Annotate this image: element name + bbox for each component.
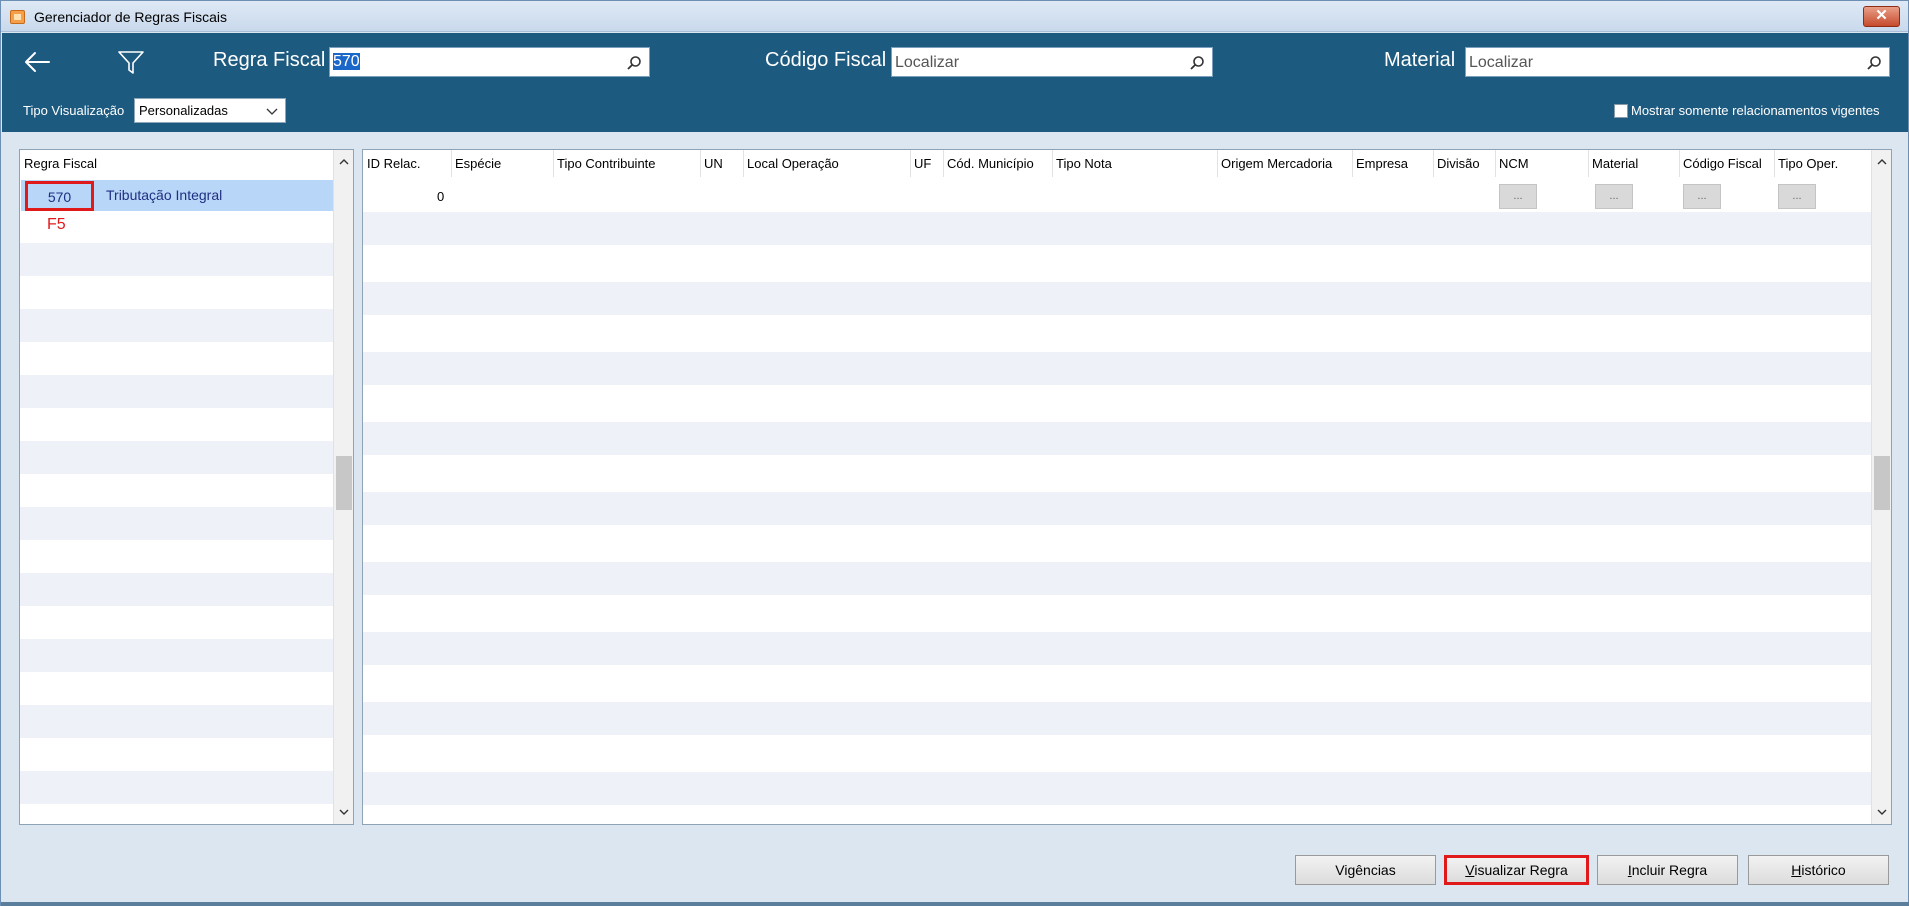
left-scrollbar[interactable]	[333, 150, 353, 824]
material-label: Material	[1384, 49, 1456, 71]
material-input[interactable]	[1469, 52, 1858, 73]
col-local-operacao[interactable]: Local Operação	[743, 150, 839, 177]
regra-fiscal-input[interactable]: 570	[333, 53, 360, 70]
regra-fiscal-label: Regra Fiscal	[213, 49, 326, 71]
search-icon[interactable]	[1188, 54, 1206, 72]
close-button[interactable]: ✕	[1863, 6, 1900, 27]
codigo-fiscal-search[interactable]	[891, 47, 1213, 77]
relacionamentos-grid: ID Relac. Espécie Tipo Contribuinte UN L…	[362, 149, 1892, 825]
search-icon[interactable]	[1865, 54, 1883, 72]
search-icon[interactable]	[625, 54, 643, 72]
window-bottom-border	[1, 902, 1909, 906]
col-origem-mercadoria[interactable]: Origem Mercadoria	[1217, 150, 1332, 177]
table-row[interactable]	[363, 177, 1871, 210]
col-cod-municipio[interactable]: Cód. Município	[943, 150, 1034, 177]
scroll-thumb[interactable]	[1874, 456, 1890, 510]
col-id-relac[interactable]: ID Relac.	[363, 150, 420, 177]
col-tipo-contribuinte[interactable]: Tipo Contribuinte	[553, 150, 656, 177]
tipo-visualizacao-select[interactable]: Personalizadas	[134, 98, 286, 123]
regra-description-cell[interactable]: Tributação Integral	[106, 187, 222, 203]
regra-code-cell[interactable]: 570	[25, 181, 94, 211]
visualizar-regra-accesskey: V	[1465, 862, 1475, 878]
regra-fiscal-header: Regra Fiscal	[24, 156, 97, 171]
vigentes-label: Mostrar somente relacionamentos vigentes	[1631, 103, 1880, 118]
col-uf[interactable]: UF	[910, 150, 931, 177]
chevron-down-icon	[266, 108, 278, 115]
app-icon	[10, 10, 25, 24]
vigentes-checkbox[interactable]	[1614, 104, 1628, 118]
scroll-up-icon[interactable]	[338, 156, 350, 168]
incluir-regra-button[interactable]: Incluir Regra	[1597, 855, 1738, 885]
scroll-up-icon[interactable]	[1876, 156, 1888, 168]
codigo-fiscal-label: Código Fiscal	[765, 49, 887, 71]
tipo-oper-ellipsis-button[interactable]: ...	[1778, 184, 1816, 209]
right-scrollbar[interactable]	[1871, 150, 1891, 824]
col-especie[interactable]: Espécie	[451, 150, 501, 177]
scroll-down-icon[interactable]	[1876, 806, 1888, 818]
vigencias-button[interactable]: Vigências	[1295, 855, 1436, 885]
codigo-fiscal-ellipsis-button[interactable]: ...	[1683, 184, 1721, 209]
col-un[interactable]: UN	[700, 150, 723, 177]
ncm-ellipsis-button[interactable]: ...	[1499, 184, 1537, 209]
back-arrow-icon[interactable]	[22, 47, 52, 77]
regra-fiscal-list: Regra Fiscal 570 Tributação Integral F5	[19, 149, 354, 825]
header-toolbar: Regra Fiscal 570 Código Fiscal Material	[2, 33, 1908, 132]
tipo-visualizacao-value: Personalizadas	[139, 103, 228, 118]
col-empresa[interactable]: Empresa	[1352, 150, 1408, 177]
filter-icon[interactable]	[116, 47, 146, 77]
regra-fiscal-search[interactable]: 570	[329, 47, 650, 77]
material-ellipsis-button[interactable]: ...	[1595, 184, 1633, 209]
material-search[interactable]	[1465, 47, 1890, 77]
col-tipo-nota[interactable]: Tipo Nota	[1052, 150, 1112, 177]
col-codigo-fiscal[interactable]: Código Fiscal	[1679, 150, 1762, 177]
historico-accesskey: H	[1791, 862, 1802, 878]
table-row	[363, 212, 1871, 245]
historico-button[interactable]: Histórico	[1748, 855, 1889, 885]
f5-annotation: F5	[47, 216, 66, 233]
col-divisao[interactable]: Divisão	[1433, 150, 1480, 177]
title-bar: Gerenciador de Regras Fiscais ✕	[1, 1, 1908, 32]
tipo-visualizacao-label: Tipo Visualização	[23, 103, 125, 118]
visualizar-regra-label: isualizar Regra	[1474, 862, 1568, 878]
col-tipo-oper[interactable]: Tipo Oper.	[1774, 150, 1838, 177]
window-title: Gerenciador de Regras Fiscais	[34, 9, 227, 25]
scroll-thumb[interactable]	[336, 456, 352, 510]
app-window: Gerenciador de Regras Fiscais ✕ Regra Fi…	[0, 0, 1909, 906]
incluir-regra-label: ncluir Regra	[1631, 862, 1708, 878]
historico-label: istórico	[1801, 862, 1846, 878]
id-relac-cell: 0	[437, 189, 445, 204]
col-material[interactable]: Material	[1588, 150, 1638, 177]
visualizar-regra-button[interactable]: Visualizar Regra	[1444, 855, 1589, 885]
col-ncm[interactable]: NCM	[1495, 150, 1529, 177]
scroll-down-icon[interactable]	[338, 806, 350, 818]
codigo-fiscal-input[interactable]	[895, 52, 1181, 73]
